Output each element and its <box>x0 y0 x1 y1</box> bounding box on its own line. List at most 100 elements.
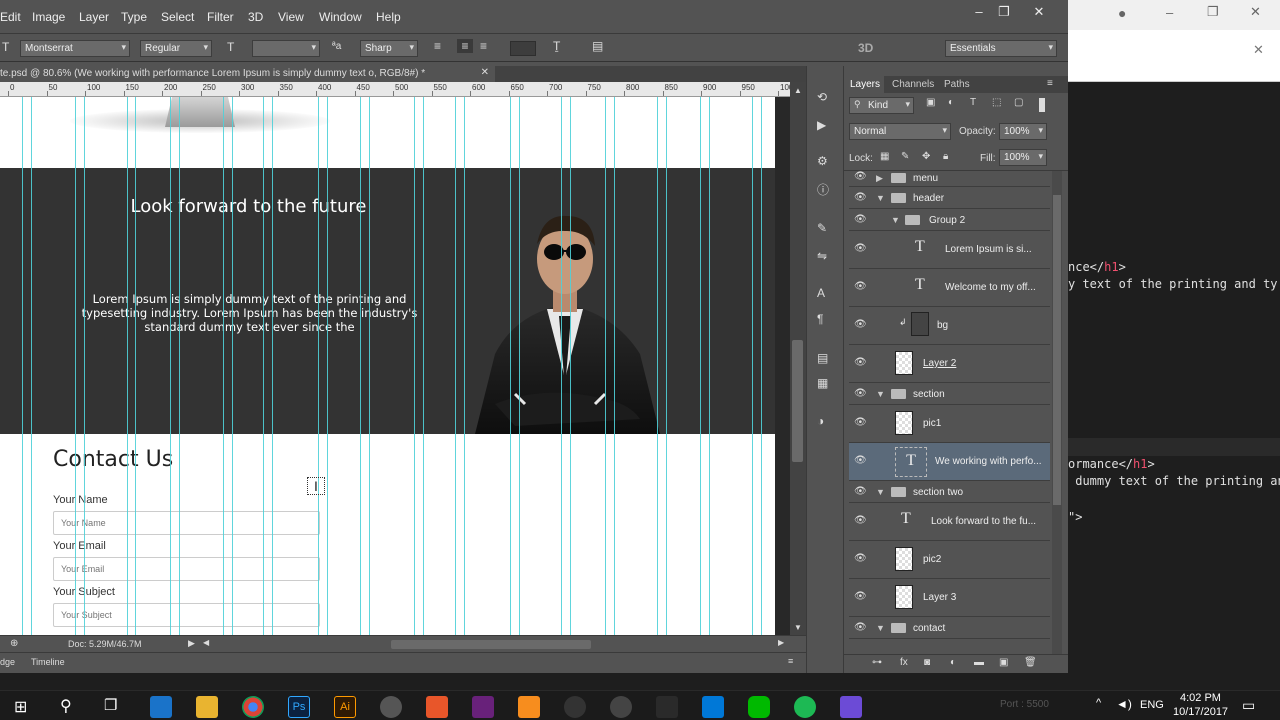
clock-time[interactable]: 4:02 PM <box>1180 692 1221 704</box>
collapse-arrow-icon[interactable]: ▼ <box>876 623 885 633</box>
close-tab-icon[interactable]: ✕ <box>481 67 489 78</box>
layer-row-header[interactable]: 👁︎ ▼ header <box>849 187 1050 209</box>
close-icon[interactable]: ✕ <box>1028 4 1050 22</box>
layer-row-section-two[interactable]: 👁︎ ▼ section two <box>849 481 1050 503</box>
align-right-icon[interactable]: ≡ <box>480 39 487 53</box>
panel-menu-icon[interactable]: ≡ <box>788 656 793 666</box>
line-icon[interactable] <box>748 696 770 718</box>
illustrator-icon[interactable]: Ai <box>334 696 356 718</box>
collapse-arrow-icon[interactable]: ▼ <box>891 215 900 225</box>
layer-row-pic2[interactable]: 👁︎ pic2 <box>849 541 1050 579</box>
type-tool-icon[interactable]: T <box>2 40 9 54</box>
menu-edit[interactable]: Edit <box>0 10 21 24</box>
tab-timeline[interactable]: Timeline <box>31 657 65 667</box>
settings-icon[interactable] <box>380 696 402 718</box>
visibility-eye-icon[interactable]: 👁︎ <box>854 553 867 564</box>
font-family-select[interactable]: Montserrat <box>20 40 130 57</box>
tab-paths[interactable]: Paths <box>944 79 970 90</box>
layer-row-lorem-ipsum[interactable]: 👁︎ T Lorem Ipsum is si... <box>849 231 1050 269</box>
libraries-icon[interactable]: ▦ <box>817 376 828 390</box>
menu-layer[interactable]: Layer <box>79 10 109 24</box>
email-field[interactable] <box>53 557 320 581</box>
guide-line[interactable] <box>519 97 520 635</box>
subject-field[interactable] <box>53 603 320 627</box>
document-canvas[interactable]: Look forward to the future Lorem Ipsum i… <box>0 97 775 635</box>
restore-icon[interactable]: ❐ <box>1207 4 1219 20</box>
guide-line[interactable] <box>327 97 328 635</box>
guide-line[interactable] <box>752 97 753 635</box>
visibility-eye-icon[interactable]: 👁︎ <box>854 214 867 225</box>
layer-row-menu[interactable]: 👁︎ ▶ menu <box>849 171 1050 187</box>
live-server-port[interactable]: Port : 5500 <box>1000 699 1049 710</box>
visibility-eye-icon[interactable]: 👁︎ <box>854 319 867 330</box>
guide-line[interactable] <box>666 97 667 635</box>
scroll-down-icon[interactable]: ▼ <box>794 623 802 632</box>
visibility-eye-icon[interactable]: 👁︎ <box>854 357 867 368</box>
close-pane-icon[interactable]: ✕ <box>1253 42 1264 58</box>
visibility-eye-icon[interactable]: 👁︎ <box>854 388 867 399</box>
layer-row-contact[interactable]: 👁︎ ▼ contact <box>849 617 1050 639</box>
vscode-icon[interactable] <box>702 696 724 718</box>
edge-icon[interactable] <box>150 696 172 718</box>
fx-icon[interactable]: fx <box>900 657 908 668</box>
brush-icon[interactable]: ✎ <box>817 221 827 235</box>
visibility-eye-icon[interactable]: 👁︎ <box>854 243 867 254</box>
guide-line[interactable] <box>657 97 658 635</box>
menu-select[interactable]: Select <box>161 10 194 24</box>
guide-line[interactable] <box>570 97 571 635</box>
menu-filter[interactable]: Filter <box>207 10 234 24</box>
sublime-icon[interactable] <box>518 696 540 718</box>
search-icon[interactable]: ⚲ <box>60 696 72 716</box>
filter-smart-icon[interactable]: ▢ <box>1014 97 1023 108</box>
new-layer-icon[interactable]: ▣ <box>999 657 1008 668</box>
photoshop-icon[interactable]: Ps <box>288 696 310 718</box>
menu-view[interactable]: View <box>278 10 304 24</box>
lock-paint-icon[interactable]: ✎ <box>901 151 909 162</box>
visibility-eye-icon[interactable]: 👁︎ <box>854 171 867 182</box>
link-layers-icon[interactable]: ⊶ <box>872 657 882 668</box>
code-area[interactable]: nce</h1> y text of the printing and ty o… <box>1068 82 1280 690</box>
guide-line[interactable] <box>232 97 233 635</box>
filter-type-icon[interactable]: T <box>970 97 976 108</box>
guide-line[interactable] <box>464 97 465 635</box>
layers-menu-icon[interactable]: ≡ <box>1047 78 1053 89</box>
tray-chevron-icon[interactable]: ^ <box>1096 697 1101 709</box>
delete-layer-icon[interactable]: 🗑︎ <box>1024 657 1037 668</box>
add-mask-icon[interactable]: ◙ <box>924 657 930 668</box>
filter-pixel-icon[interactable]: ▣ <box>926 97 935 108</box>
3d-mode-label[interactable]: 3D <box>858 41 873 55</box>
visibility-eye-icon[interactable]: 👁︎ <box>854 192 867 203</box>
workspace-select[interactable]: Essentials <box>945 40 1057 57</box>
app-purple-icon[interactable] <box>840 696 862 718</box>
name-field[interactable] <box>53 511 320 535</box>
layer-row-section[interactable]: 👁︎ ▼ section <box>849 383 1050 405</box>
layers-scrollbar[interactable] <box>1052 171 1062 654</box>
guide-line[interactable] <box>31 97 32 635</box>
filter-adjust-icon[interactable]: ◐ <box>948 97 954 108</box>
guide-line[interactable] <box>614 97 615 635</box>
windows-start-icon[interactable]: ⊞ <box>14 697 27 717</box>
font-style-select[interactable]: Regular <box>140 40 212 57</box>
guide-line[interactable] <box>135 97 136 635</box>
layer-row-layer-2[interactable]: 👁︎ Layer 2 <box>849 345 1050 383</box>
task-view-icon[interactable]: ❐ <box>104 696 117 714</box>
align-left-icon[interactable]: ≡ <box>434 39 441 53</box>
new-group-icon[interactable]: ▬ <box>974 657 984 668</box>
menu-help[interactable]: Help <box>376 10 401 24</box>
layer-row-look-forward[interactable]: 👁︎ T Look forward to the fu... <box>849 503 1050 541</box>
visual-studio-icon[interactable] <box>472 696 494 718</box>
info-icon[interactable]: ⓘ <box>817 181 829 198</box>
lock-all-icon[interactable]: 🔒︎ <box>943 151 948 162</box>
visibility-eye-icon[interactable]: 👁︎ <box>854 515 867 526</box>
guide-line[interactable] <box>75 97 76 635</box>
guide-line[interactable] <box>272 97 273 635</box>
close-icon[interactable]: ✕ <box>1250 4 1261 20</box>
document-tab[interactable]: te.psd @ 80.6% (We working with performa… <box>0 66 495 82</box>
menu-3d[interactable]: 3D <box>248 10 263 24</box>
file-explorer-icon[interactable] <box>196 696 218 718</box>
tab-layers[interactable]: Layers <box>844 76 884 93</box>
vertical-scrollbar[interactable]: ▲ ▼ <box>790 82 806 635</box>
minimize-icon[interactable]: ‒ <box>968 4 990 22</box>
menu-type[interactable]: Type <box>121 10 147 24</box>
antialias-select[interactable]: Sharp <box>360 40 418 57</box>
